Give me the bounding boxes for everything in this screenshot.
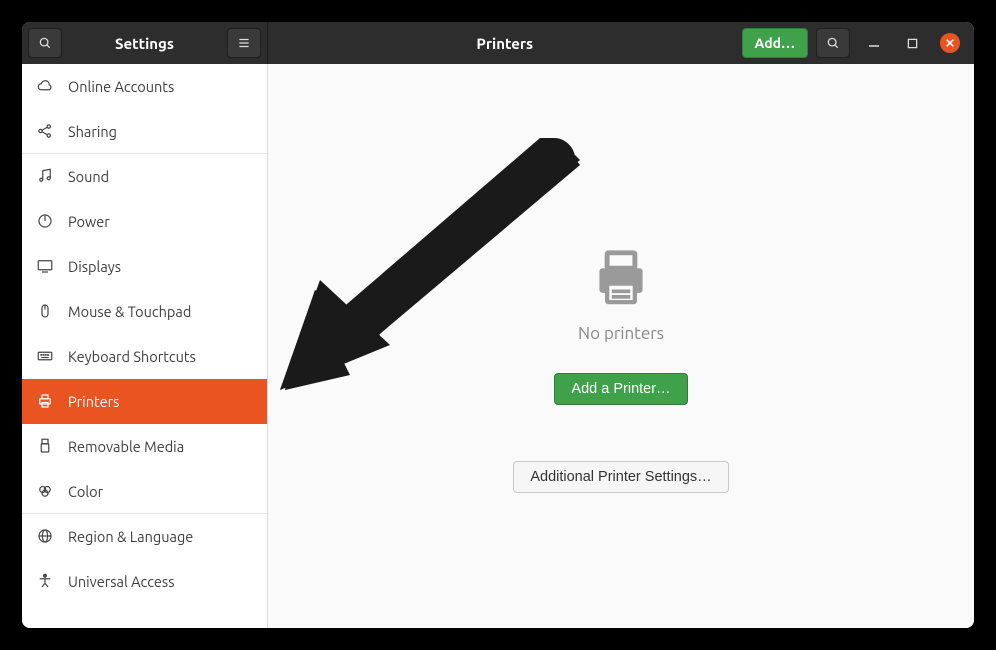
maximize-icon — [907, 38, 918, 49]
close-icon — [945, 38, 955, 48]
maximize-button[interactable] — [902, 33, 922, 53]
window-controls — [854, 33, 974, 53]
window-body: Online Accounts Sharing Sound Power Displays… — [22, 64, 974, 628]
share-icon — [36, 122, 54, 140]
sidebar-item-label: Power — [68, 213, 110, 230]
settings-title: Settings — [66, 35, 223, 52]
sidebar-item-label: Mouse & Touchpad — [68, 303, 191, 320]
sidebar-item-label: Online Accounts — [68, 78, 174, 95]
sidebar-item-label: Color — [68, 483, 103, 500]
minimize-icon — [868, 37, 880, 49]
no-printers-text: No printers — [578, 324, 664, 343]
sidebar-search-button[interactable] — [28, 28, 62, 58]
add-printer-button[interactable]: Add a Printer… — [554, 373, 687, 405]
power-icon — [36, 212, 54, 230]
hamburger-menu-button[interactable] — [227, 28, 261, 58]
sidebar-item-label: Sharing — [68, 123, 117, 140]
settings-window: Settings Printers Add… — [22, 22, 974, 628]
display-icon — [36, 257, 54, 275]
printer-icon — [36, 392, 54, 410]
sidebar-item-color[interactable]: Color — [22, 469, 267, 514]
keyboard-icon — [36, 347, 54, 365]
sidebar-item-label: Universal Access — [68, 573, 175, 590]
close-button[interactable] — [940, 33, 960, 53]
no-printers-placeholder: No printers Add a Printer… Additional Pr… — [513, 242, 728, 493]
minimize-button[interactable] — [864, 33, 884, 53]
sidebar-item-universal-access[interactable]: Universal Access — [22, 559, 267, 604]
access-icon — [36, 572, 54, 590]
sidebar-item-label: Region & Language — [68, 528, 193, 545]
sidebar-item-label: Keyboard Shortcuts — [68, 348, 196, 365]
sidebar-item-power[interactable]: Power — [22, 199, 267, 244]
sidebar-item-sound[interactable]: Sound — [22, 154, 267, 199]
titlebar: Settings Printers Add… — [22, 22, 974, 64]
sidebar-item-removable-media[interactable]: Removable Media — [22, 424, 267, 469]
sidebar-item-printers[interactable]: Printers — [22, 379, 267, 424]
globe-icon — [36, 527, 54, 545]
usb-icon — [36, 437, 54, 455]
sidebar-item-region-language[interactable]: Region & Language — [22, 514, 267, 559]
main-content: No printers Add a Printer… Additional Pr… — [268, 64, 974, 628]
panel-title: Printers — [268, 35, 742, 52]
sidebar-item-sharing[interactable]: Sharing — [22, 109, 267, 154]
sidebar-item-label: Printers — [68, 393, 119, 410]
search-icon — [38, 36, 52, 50]
additional-printer-settings-button[interactable]: Additional Printer Settings… — [513, 461, 728, 493]
sidebar-item-label: Displays — [68, 258, 121, 275]
search-icon — [826, 36, 840, 50]
mouse-icon — [36, 302, 54, 320]
printer-icon — [584, 242, 658, 316]
add-button[interactable]: Add… — [742, 28, 808, 58]
sidebar-item-mouse-touchpad[interactable]: Mouse & Touchpad — [22, 289, 267, 334]
sidebar-item-label: Removable Media — [68, 438, 184, 455]
sidebar-item-label: Sound — [68, 168, 109, 185]
cloud-icon — [36, 77, 54, 95]
color-icon — [36, 482, 54, 500]
sidebar-item-keyboard-shortcuts[interactable]: Keyboard Shortcuts — [22, 334, 267, 379]
titlebar-left: Settings — [22, 22, 268, 64]
titlebar-right: Printers Add… — [268, 22, 974, 64]
music-icon — [36, 167, 54, 185]
sidebar-item-online-accounts[interactable]: Online Accounts — [22, 64, 267, 109]
sidebar[interactable]: Online Accounts Sharing Sound Power Displays… — [22, 64, 268, 628]
panel-search-button[interactable] — [816, 28, 850, 58]
sidebar-item-displays[interactable]: Displays — [22, 244, 267, 289]
hamburger-icon — [237, 36, 251, 50]
